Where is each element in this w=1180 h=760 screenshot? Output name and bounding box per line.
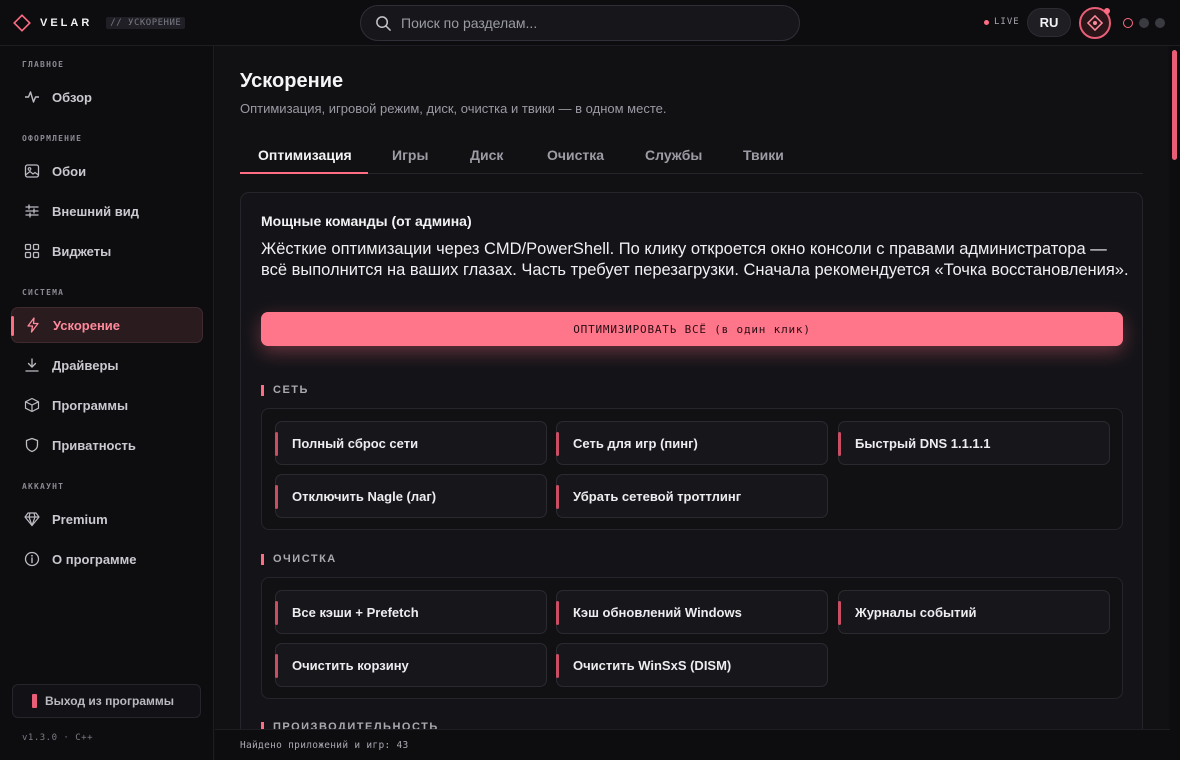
tab-optimization[interactable]: Оптимизация: [258, 147, 352, 163]
sidebar-item-about[interactable]: О программе: [11, 541, 203, 577]
active-tab-indicator: [240, 172, 368, 174]
sidebar-item-overview[interactable]: Обзор: [11, 79, 203, 115]
cmd-network-reset[interactable]: Полный сброс сети: [275, 421, 547, 465]
window-maximize-icon[interactable]: [1155, 18, 1165, 28]
cmd-empty-recycle-bin[interactable]: Очистить корзину: [275, 643, 547, 687]
optimize-all-button[interactable]: ОПТИМИЗИРОВАТЬ ВСЁ (в один клик): [261, 312, 1123, 346]
live-label: LIVE: [994, 17, 1020, 27]
tab-games[interactable]: Игры: [392, 147, 428, 163]
avatar[interactable]: [1079, 7, 1111, 39]
version-label: v1.3.0 · C++: [22, 733, 94, 743]
cmd-clean-winsxs[interactable]: Очистить WinSxS (DISM): [556, 643, 828, 687]
sidebar-item-label: Приватность: [52, 437, 136, 453]
brand-name: VELAR: [40, 17, 93, 29]
group-label-network: СЕТЬ: [261, 384, 309, 396]
search-bar[interactable]: [360, 5, 800, 41]
top-bar: VELAR // УСКОРЕНИЕ LIVE RU: [0, 0, 1180, 46]
page-title: Ускорение: [240, 70, 344, 92]
sidebar-item-label: Внешний вид: [52, 203, 139, 219]
notification-dot-icon: [1104, 8, 1110, 14]
window-minimize-icon[interactable]: [1139, 18, 1149, 28]
download-icon: [25, 358, 39, 372]
image-icon: [24, 164, 40, 178]
language-button[interactable]: RU: [1027, 8, 1071, 37]
tab-tweaks[interactable]: Твики: [743, 147, 784, 163]
cmd-all-caches[interactable]: Все кэши + Prefetch: [275, 590, 547, 634]
exit-button[interactable]: Выход из программы: [12, 684, 201, 718]
sidebar-item-label: О программе: [52, 551, 137, 567]
tab-disk[interactable]: Диск: [470, 147, 503, 163]
panel-title: Мощные команды (от админа): [261, 213, 472, 229]
sidebar-section-title: СИСТЕМА: [22, 288, 65, 297]
cmd-update-cache[interactable]: Кэш обновлений Windows: [556, 590, 828, 634]
sidebar-item-acceleration[interactable]: Ускорение: [11, 307, 203, 343]
scrollbar-thumb[interactable]: [1172, 50, 1177, 160]
tab-cleanup[interactable]: Очистка: [547, 147, 604, 163]
sidebar-item-programs[interactable]: Программы: [11, 387, 203, 423]
search-icon: [376, 15, 391, 31]
live-indicator: LIVE: [984, 17, 1020, 27]
sidebar-item-appearance[interactable]: Внешний вид: [11, 193, 203, 229]
tab-bar: Оптимизация Игры Диск Очистка Службы Тви…: [240, 136, 1143, 174]
activity-icon: [25, 91, 39, 103]
sidebar-item-widgets[interactable]: Виджеты: [11, 233, 203, 269]
sidebar-item-privacy[interactable]: Приватность: [11, 427, 203, 463]
info-icon: [24, 551, 40, 567]
exit-label: Выход из программы: [45, 694, 174, 708]
sidebar: ГЛАВНОЕ Обзор ОФОРМЛЕНИЕ Обои Внешний ви…: [0, 46, 214, 760]
sidebar-item-premium[interactable]: Premium: [11, 501, 203, 537]
cmd-disable-nagle[interactable]: Отключить Nagle (лаг): [275, 474, 547, 518]
sidebar-section-title: ОФОРМЛЕНИЕ: [22, 134, 83, 143]
sidebar-item-label: Ускорение: [53, 317, 121, 333]
lightning-icon: [27, 317, 39, 333]
sidebar-item-label: Драйверы: [52, 357, 119, 373]
user-logo-icon: [1086, 14, 1104, 32]
diamond-icon: [24, 512, 40, 527]
sidebar-item-wallpapers[interactable]: Обои: [11, 153, 203, 189]
shield-icon: [25, 437, 39, 453]
status-text: Найдено приложений и игр: 43: [240, 740, 409, 751]
sidebar-item-label: Обои: [52, 163, 87, 179]
cmd-fast-dns[interactable]: Быстрый DNS 1.1.1.1: [838, 421, 1110, 465]
power-commands-panel: Мощные команды (от админа) Жёсткие оптим…: [240, 192, 1143, 729]
cmd-remove-throttling[interactable]: Убрать сетевой троттлинг: [556, 474, 828, 518]
cmd-gaming-network[interactable]: Сеть для игр (пинг): [556, 421, 828, 465]
tab-services[interactable]: Службы: [645, 147, 702, 163]
group-network: Полный сброс сети Сеть для игр (пинг) Бы…: [261, 408, 1123, 530]
window-close-icon[interactable]: [1123, 18, 1133, 28]
sidebar-item-drivers[interactable]: Драйверы: [11, 347, 203, 383]
main-content: Ускорение Оптимизация, игровой режим, ди…: [215, 46, 1168, 729]
brand-breadcrumb: // УСКОРЕНИЕ: [106, 17, 186, 29]
group-label-performance: ПРОИЗВОДИТЕЛЬНОСТЬ: [261, 721, 439, 729]
sidebar-item-label: Premium: [52, 511, 108, 527]
search-input[interactable]: [401, 15, 781, 31]
sidebar-section-title: АККАУНТ: [22, 482, 65, 491]
group-label-cleanup: ОЧИСТКА: [261, 553, 337, 565]
brand[interactable]: VELAR // УСКОРЕНИЕ: [13, 14, 186, 32]
page-subtitle: Оптимизация, игровой режим, диск, очистк…: [240, 101, 667, 116]
sidebar-section-title: ГЛАВНОЕ: [22, 60, 65, 69]
grid-icon: [24, 243, 40, 259]
box-icon: [24, 397, 40, 413]
sidebar-item-label: Обзор: [52, 89, 92, 105]
panel-description: Жёсткие оптимизации через CMD/PowerShell…: [261, 240, 1129, 279]
velar-logo-icon: [13, 14, 31, 32]
live-dot-icon: [984, 19, 989, 25]
exit-icon: [32, 694, 37, 708]
sidebar-item-label: Виджеты: [52, 243, 112, 259]
group-cleanup: Все кэши + Prefetch Кэш обновлений Windo…: [261, 577, 1123, 699]
cmd-event-logs[interactable]: Журналы событий: [838, 590, 1110, 634]
sidebar-item-label: Программы: [52, 397, 129, 413]
sliders-icon: [25, 204, 39, 218]
main-scrollbar[interactable]: [1170, 46, 1180, 760]
status-bar: Найдено приложений и игр: 43: [215, 729, 1170, 760]
